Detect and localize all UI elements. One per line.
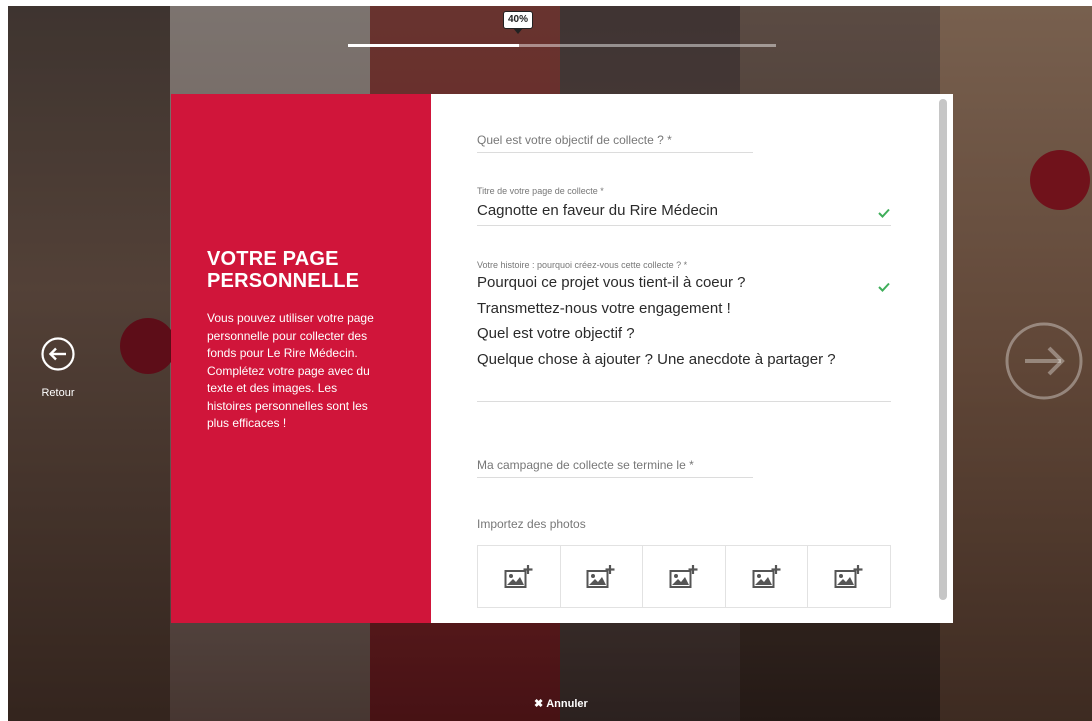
check-icon: [878, 282, 890, 292]
circle-arrow-left-icon: [41, 337, 75, 371]
form-card: VOTRE PAGE PERSONNELLE Vous pouvez utili…: [171, 94, 953, 623]
form-panel: Quel est votre objectif de collecte ? * …: [431, 94, 953, 623]
page-title-label: Titre de votre page de collecte *: [477, 186, 604, 196]
story-value: Pourquoi ce projet vous tient-il à coeur…: [477, 274, 836, 368]
photo-upload-slot[interactable]: [561, 546, 644, 607]
intro-panel: VOTRE PAGE PERSONNELLE Vous pouvez utili…: [171, 94, 431, 623]
goal-underline: [477, 152, 753, 153]
progress-bar: [348, 44, 776, 47]
scrollbar-thumb[interactable]: [939, 99, 947, 600]
left-frame: [0, 0, 8, 721]
photo-upload-row: [477, 545, 891, 608]
cancel-button[interactable]: ✖ Annuler: [534, 697, 588, 710]
circle-arrow-right-icon[interactable]: [1003, 320, 1085, 402]
photos-label: Importez des photos: [477, 515, 586, 533]
back-button[interactable]: Retour: [30, 337, 86, 399]
story-field[interactable]: Votre histoire : pourquoi créez-vous cet…: [477, 260, 891, 402]
back-label: Retour: [41, 387, 75, 399]
intro-text: Vous pouvez utiliser votre page personne…: [207, 311, 374, 430]
add-photo-icon: [834, 564, 863, 588]
close-icon: ✖: [534, 698, 544, 710]
page-title-value: Cagnotte en faveur du Rire Médecin: [477, 202, 718, 219]
progress-percent-badge: 40%: [503, 11, 533, 34]
add-photo-icon: [669, 564, 698, 588]
progress-bar-fill: [348, 44, 520, 47]
story-label: Votre histoire : pourquoi créez-vous cet…: [477, 260, 688, 270]
check-icon: [878, 208, 890, 218]
page-title-underline: [477, 225, 891, 226]
end-date-field[interactable]: Ma campagne de collecte se termine le *: [477, 456, 753, 478]
photos-label-text: Importez des photos: [477, 517, 586, 531]
end-date-underline: [477, 477, 753, 478]
add-photo-icon: [504, 564, 533, 588]
photo-upload-slot[interactable]: [643, 546, 726, 607]
story-underline: [477, 401, 891, 402]
end-date-placeholder: Ma campagne de collecte se termine le *: [477, 458, 694, 472]
goal-placeholder: Quel est votre objectif de collecte ? *: [477, 133, 672, 147]
goal-field[interactable]: Quel est votre objectif de collecte ? *: [477, 131, 753, 153]
photo-upload-slot[interactable]: [478, 546, 561, 607]
page-title-field[interactable]: Titre de votre page de collecte * Cagnot…: [477, 186, 891, 226]
photo-upload-slot[interactable]: [808, 546, 890, 607]
top-frame: [0, 0, 1092, 6]
photo-upload-slot[interactable]: [726, 546, 809, 607]
cancel-label: Annuler: [546, 698, 588, 710]
add-photo-icon: [586, 564, 615, 588]
intro-title: VOTRE PAGE PERSONNELLE: [207, 248, 360, 292]
add-photo-icon: [752, 564, 781, 588]
